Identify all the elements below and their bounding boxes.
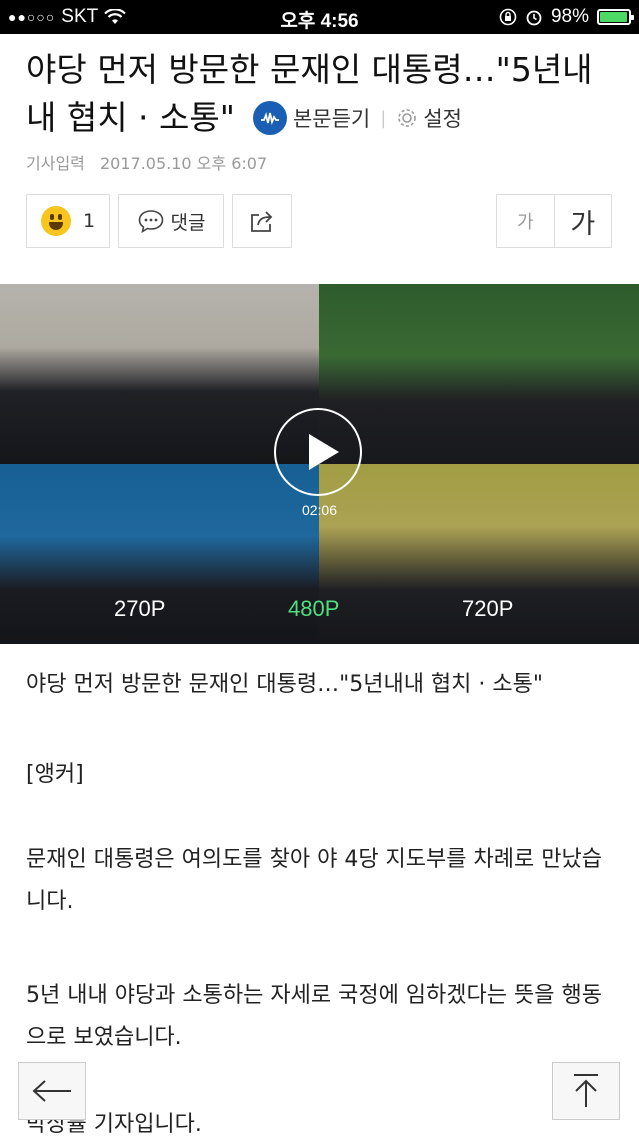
battery-percent: 98% <box>550 6 589 27</box>
body-paragraph-4: 5년 내내 야당과 소통하는 자세로 국정에 임하겠다는 뜻을 행동으로 보였습… <box>26 983 602 1050</box>
listen-button[interactable]: 본문듣기 <box>252 101 371 135</box>
settings-button[interactable]: 설정 <box>396 103 462 133</box>
font-size-controls: 가 가 <box>496 194 612 248</box>
smiley-icon <box>40 206 71 236</box>
body-paragraph-5: 박상률 기자입니다. <box>26 1112 202 1137</box>
play-button-icon[interactable] <box>274 408 362 496</box>
reaction-count: 1 <box>82 210 96 232</box>
comment-button[interactable]: 댓글 <box>118 194 224 248</box>
article-title-line1: 야당 먼저 방문한 문재인 대통령…"5년내 <box>26 50 593 89</box>
status-bar: ●●○○○ SKT 오후 4:56 98% <box>0 0 639 34</box>
alarm-icon <box>526 10 542 26</box>
back-button[interactable] <box>18 1062 86 1120</box>
share-button[interactable] <box>232 194 292 248</box>
settings-label: 설정 <box>423 107 462 131</box>
scroll-top-icon <box>574 1074 598 1107</box>
article-title-line2: 내 협치 · 소통" <box>26 98 235 137</box>
article-date: 기사입력 2017.05.10 오후 6:07 <box>26 150 267 174</box>
quality-option-480[interactable]: 480P <box>288 596 339 622</box>
listen-audio-icon <box>252 101 287 135</box>
battery-icon <box>597 9 634 25</box>
divider: | <box>380 107 387 129</box>
date-label: 기사입력 <box>26 154 85 173</box>
font-increase-button[interactable]: 가 <box>555 195 612 247</box>
listen-label: 본문듣기 <box>292 107 371 131</box>
quality-option-270[interactable]: 270P <box>114 596 165 622</box>
body-paragraph-2: [앵커] <box>26 762 84 787</box>
body-paragraph-1: 야당 먼저 방문한 문재인 대통령…"5년내내 협치 · 소통" <box>26 672 543 697</box>
quality-option-720[interactable]: 720P <box>462 596 513 622</box>
gear-icon <box>398 109 417 127</box>
font-decrease-button[interactable]: 가 <box>497 195 555 247</box>
comment-label: 댓글 <box>170 211 206 234</box>
video-player[interactable]: 02:06 270P 480P 720P <box>0 284 639 644</box>
date-value: 2017.05.10 오후 6:07 <box>99 154 268 173</box>
video-duration: 02:06 <box>301 502 338 518</box>
rotation-lock-icon <box>499 8 517 26</box>
comment-bubble-icon <box>138 210 163 234</box>
share-icon <box>251 211 273 232</box>
reaction-button[interactable]: 1 <box>26 194 110 248</box>
scroll-top-button[interactable] <box>552 1062 620 1120</box>
body-paragraph-3: 문재인 대통령은 여의도를 찾아 야 4당 지도부를 차례로 만났습니다. <box>26 847 602 914</box>
back-arrow-icon <box>32 1080 71 1102</box>
